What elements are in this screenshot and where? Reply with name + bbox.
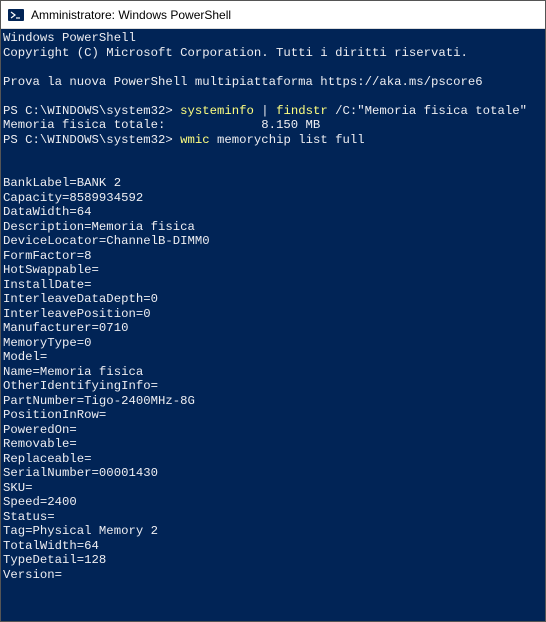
wmic-typedetail: TypeDetail=128: [3, 553, 106, 567]
wmic-partnumber: PartNumber=Tigo-2400MHz-8G: [3, 394, 195, 408]
cmd-wmic-args: memorychip list full: [210, 133, 365, 147]
wmic-name: Name=Memoria fisica: [3, 365, 143, 379]
output-meminfo: Memoria fisica totale: 8.150 MB: [3, 118, 320, 132]
wmic-tag: Tag=Physical Memory 2: [3, 524, 158, 538]
wmic-totalwidth: TotalWidth=64: [3, 539, 99, 553]
ps-header-2: Copyright (C) Microsoft Corporation. Tut…: [3, 46, 468, 60]
wmic-memorytype: MemoryType=0: [3, 336, 92, 350]
titlebar[interactable]: Amministratore: Windows PowerShell: [1, 1, 545, 29]
window-title: Amministratore: Windows PowerShell: [31, 8, 231, 22]
wmic-poweredon: PoweredOn=: [3, 423, 77, 437]
cmd-findstr-args: /C:"Memoria fisica totale": [328, 104, 527, 118]
cmd-systeminfo: systeminfo: [180, 104, 254, 118]
wmic-model: Model=: [3, 350, 47, 364]
wmic-sku: SKU=: [3, 481, 33, 495]
wmic-interleaveposition: InterleavePosition=0: [3, 307, 151, 321]
wmic-status: Status=: [3, 510, 55, 524]
powershell-window: Amministratore: Windows PowerShell Windo…: [0, 0, 546, 622]
wmic-replaceable: Replaceable=: [3, 452, 92, 466]
wmic-description: Description=Memoria fisica: [3, 220, 195, 234]
wmic-installdate: InstallDate=: [3, 278, 92, 292]
wmic-formfactor: FormFactor=8: [3, 249, 92, 263]
wmic-capacity: Capacity=8589934592: [3, 191, 143, 205]
ps-header-1: Windows PowerShell: [3, 31, 136, 45]
cmd-wmic: wmic: [180, 133, 210, 147]
wmic-manufacturer: Manufacturer=0710: [3, 321, 128, 335]
wmic-version: Version=: [3, 568, 62, 582]
prompt-1: PS C:\WINDOWS\system32>: [3, 104, 173, 118]
wmic-datawidth: DataWidth=64: [3, 205, 92, 219]
ps-tip: Prova la nuova PowerShell multipiattafor…: [3, 75, 483, 89]
terminal-area[interactable]: Windows PowerShell Copyright (C) Microso…: [1, 29, 545, 621]
cmd-findstr: findstr: [276, 104, 328, 118]
pipe: |: [254, 104, 276, 118]
wmic-removable: Removable=: [3, 437, 77, 451]
wmic-positioninrow: PositionInRow=: [3, 408, 106, 422]
wmic-speed: Speed=2400: [3, 495, 77, 509]
wmic-hotswappable: HotSwappable=: [3, 263, 99, 277]
wmic-banklabel: BankLabel=BANK 2: [3, 176, 121, 190]
wmic-interleavedatadepth: InterleaveDataDepth=0: [3, 292, 158, 306]
powershell-icon: [7, 6, 25, 24]
wmic-otheridentifyinginfo: OtherIdentifyingInfo=: [3, 379, 158, 393]
prompt-2: PS C:\WINDOWS\system32>: [3, 133, 173, 147]
wmic-serialnumber: SerialNumber=00001430: [3, 466, 158, 480]
wmic-devicelocator: DeviceLocator=ChannelB-DIMM0: [3, 234, 210, 248]
